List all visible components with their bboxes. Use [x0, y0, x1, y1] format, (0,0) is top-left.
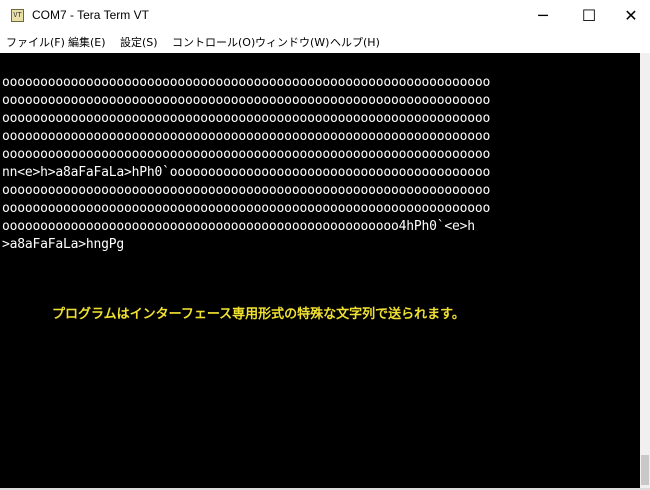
- minimize-button[interactable]: ─: [520, 0, 566, 32]
- menu-help[interactable]: ヘルプ(H): [330, 34, 380, 50]
- tera-term-app-icon[interactable]: VT: [11, 9, 24, 22]
- menu-file[interactable]: ファイル(F): [6, 34, 65, 50]
- menu-bar: ファイル(F) 編集(E) 設定(S) コントロール(O) ウィンドウ(W) ヘ…: [0, 32, 650, 52]
- terminal-line: oooooooooooooooooooooooooooooooooooooooo…: [2, 147, 491, 162]
- menu-edit[interactable]: 編集(E): [68, 34, 106, 50]
- terminal-line: oooooooooooooooooooooooooooooooooooooooo…: [2, 129, 491, 144]
- terminal-line: oooooooooooooooooooooooooooooooooooooooo…: [2, 111, 491, 126]
- terminal-area[interactable]: oooooooooooooooooooooooooooooooooooooooo…: [0, 53, 640, 490]
- menu-settings[interactable]: 設定(S): [120, 34, 158, 50]
- terminal-line: oooooooooooooooooooooooooooooooooooooooo…: [2, 93, 491, 108]
- menu-window[interactable]: ウィンドウ(W): [255, 34, 329, 50]
- menu-control[interactable]: コントロール(O): [172, 34, 255, 50]
- terminal-line: oooooooooooooooooooooooooooooooooooooooo…: [2, 183, 491, 198]
- annotation-caption: プログラムはインターフェース専用形式の特殊な文字列で送られます。: [52, 307, 465, 322]
- terminal-line: oooooooooooooooooooooooooooooooooooooooo…: [2, 219, 475, 234]
- window-title: COM7 - Tera Term VT: [32, 8, 149, 22]
- terminal-line: >a8aFaFaLa>hngPg: [2, 237, 125, 252]
- scrollbar-thumb[interactable]: [641, 455, 649, 485]
- title-bar: VT COM7 - Tera Term VT ─ ☐ ✕: [0, 0, 650, 32]
- vertical-scrollbar[interactable]: [640, 53, 650, 490]
- terminal-line: oooooooooooooooooooooooooooooooooooooooo…: [2, 75, 491, 90]
- terminal-line: nn<e>h>a8aFaFaLa>hPh0`oooooooooooooooooo…: [2, 165, 491, 180]
- maximize-button[interactable]: ☐: [566, 0, 612, 32]
- terminal-line: oooooooooooooooooooooooooooooooooooooooo…: [2, 201, 491, 216]
- close-button[interactable]: ✕: [612, 0, 650, 32]
